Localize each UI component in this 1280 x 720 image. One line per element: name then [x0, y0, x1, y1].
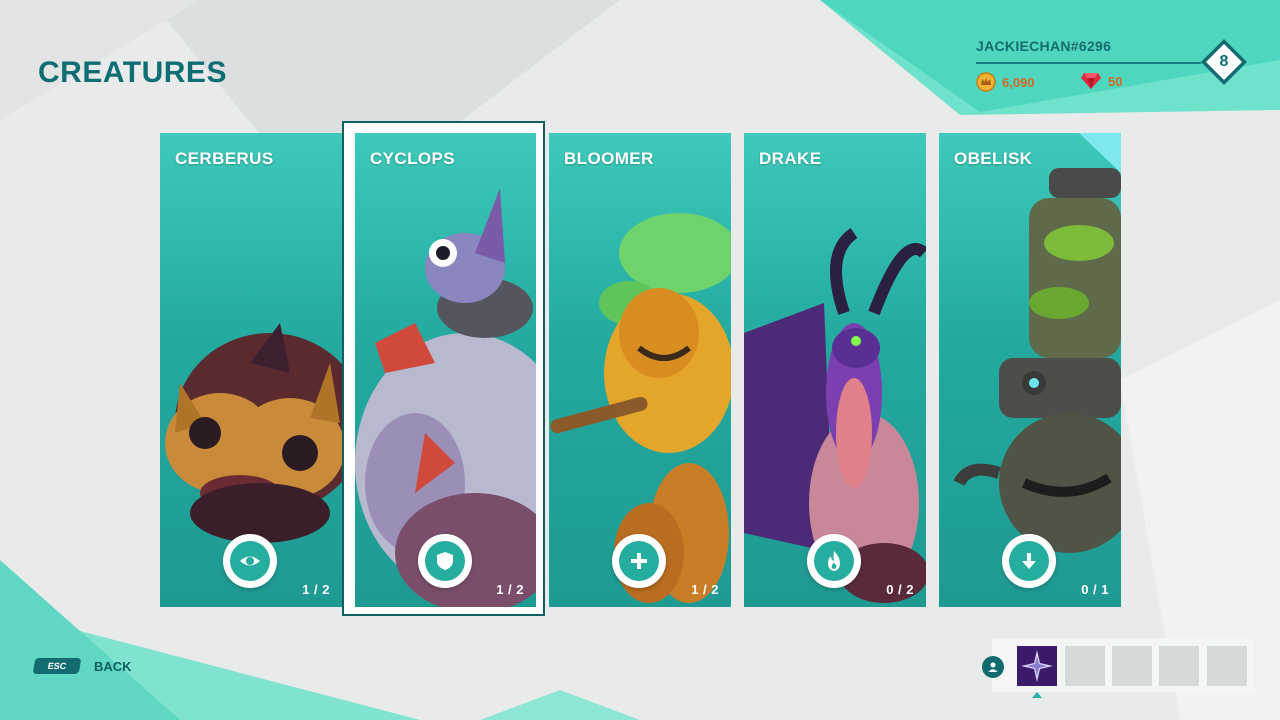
- gems-amount: 50: [1108, 73, 1123, 89]
- add-creature-button[interactable]: [612, 534, 666, 588]
- creature-name: BLOOMER: [564, 149, 654, 168]
- download-arrow-icon: [1022, 553, 1036, 569]
- crowns-amount: 6,090: [1002, 74, 1035, 90]
- upgrade-creature-button[interactable]: [807, 534, 861, 588]
- player-level: 8: [1219, 53, 1229, 70]
- ruby-gem-icon: [1081, 73, 1101, 89]
- view-creature-button[interactable]: [223, 534, 277, 588]
- creature-card-cyclops[interactable]: CYCLOPS 1 / 2: [355, 133, 536, 607]
- creature-card-drake[interactable]: DRAKE 0 / 2: [744, 133, 926, 607]
- creature-card-bloomer[interactable]: BLOOMER 1 / 2: [549, 133, 731, 607]
- party-slot-5[interactable]: [1207, 646, 1247, 686]
- back-button[interactable]: ESC BACK: [32, 658, 132, 674]
- party-slot-4[interactable]: [1159, 646, 1199, 686]
- creature-name: CYCLOPS: [370, 149, 455, 168]
- creature-name: OBELISK: [954, 149, 1033, 168]
- player-profile: JACKIECHAN#6296 6,090 50 8: [976, 30, 1256, 110]
- creature-name: CERBERUS: [175, 149, 274, 168]
- creature-collected-count: 1 / 2: [496, 582, 524, 597]
- player-username: JACKIECHAN#6296: [976, 38, 1112, 54]
- eye-icon: [240, 556, 260, 566]
- creature-card-cerberus[interactable]: CERBERUS 1 / 2: [160, 133, 342, 607]
- creature-collected-count: 1 / 2: [302, 582, 330, 597]
- crown-coin-icon: [976, 72, 996, 92]
- shield-icon: [437, 552, 453, 570]
- creature-collected-count: 0 / 2: [886, 582, 914, 597]
- creature-collected-count: 1 / 2: [691, 582, 719, 597]
- back-label: BACK: [94, 658, 132, 674]
- creature-name: DRAKE: [759, 149, 822, 168]
- creature-collected-count: 0 / 1: [1081, 582, 1109, 597]
- profile-divider: [976, 62, 1201, 64]
- selected-slot-indicator: [1032, 692, 1042, 698]
- crowns-currency: 6,090: [976, 72, 1035, 92]
- esc-key-hint: ESC: [32, 658, 82, 674]
- defend-creature-button[interactable]: [418, 534, 472, 588]
- player-level-badge: 8: [1200, 38, 1248, 86]
- party-slot-1[interactable]: [1017, 646, 1057, 686]
- person-icon: [982, 656, 1004, 678]
- plus-icon: [631, 553, 647, 569]
- gems-currency: 50: [1080, 72, 1122, 90]
- page-title: CREATURES: [38, 56, 227, 89]
- compass-star-icon: [1017, 646, 1057, 686]
- flame-icon: [828, 551, 840, 571]
- party-slot-3[interactable]: [1112, 646, 1152, 686]
- party-slot-2[interactable]: [1065, 646, 1105, 686]
- unlock-creature-button[interactable]: [1002, 534, 1056, 588]
- creature-card-obelisk[interactable]: OBELISK 0 / 1: [939, 133, 1121, 607]
